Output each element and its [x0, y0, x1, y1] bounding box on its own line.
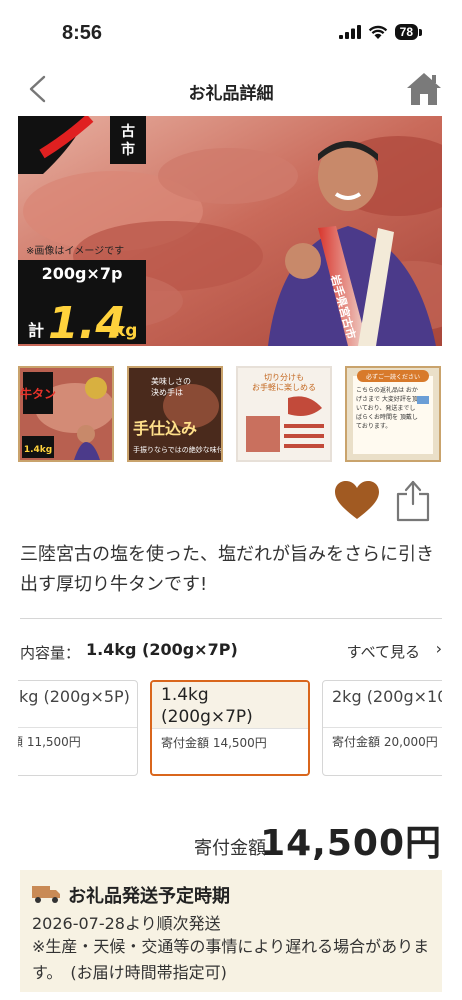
hero-photo: 古 市 ※画像はイメージです 200g×7p 計 1.4 kg 岩手県宮古市: [18, 116, 442, 346]
hero-total-prefix: 計: [28, 321, 44, 340]
option-separator: [152, 728, 308, 729]
see-all-link[interactable]: すべて見る: [347, 641, 420, 662]
hero-image[interactable]: 古 市 ※画像はイメージです 200g×7p 計 1.4 kg 岩手県宮古市: [18, 116, 442, 346]
variant-header: 内容量： 1.4kg (200g×7P) すべて見る ›: [20, 639, 444, 664]
svg-text:市: 市: [121, 141, 135, 158]
shipping-date: 2026-07-28より順次発送: [32, 914, 221, 933]
thumbnail-2[interactable]: 美味しさの 決め手は 手仕込み 手振りならではの絶妙な味付け: [127, 366, 223, 462]
thumbnail-4[interactable]: 必ずご一読ください こちらの返礼品は おかげさまで 大変好評を頂いており、発送ま…: [345, 366, 441, 462]
thumb2-main: 手仕込み: [133, 419, 197, 438]
variant-option-name: 2kg (200g×10: [332, 687, 442, 706]
hero-note: ※画像はイメージです: [26, 245, 124, 257]
thumb2-sub: 手振りならではの絶妙な味付け: [133, 445, 221, 454]
thumbnail-1[interactable]: 牛タン 1.4kg: [18, 366, 114, 462]
shipping-info: お礼品発送予定時期 2026-07-28より順次発送 ※生産・天候・交通等の事情…: [20, 870, 442, 992]
section-divider: [20, 618, 442, 619]
price-amount: 14,500円: [260, 823, 442, 864]
variant-option-name: 1.4kg (200g×7P): [161, 685, 253, 727]
battery-tip: [419, 28, 422, 36]
thumb2-line2: 決め手は: [151, 387, 183, 397]
shipping-note: ※生産・天候・交通等の事情により遅れる場合があります。 (お届け時間帯指定可): [32, 937, 430, 982]
chevron-right-icon[interactable]: ›: [436, 639, 442, 658]
price-label: 寄付金額: [194, 838, 266, 859]
variant-option-1-4kg[interactable]: 1.4kg (200g×7P) 寄付金額 14,500円: [150, 680, 310, 776]
truck-icon: [32, 886, 60, 903]
product-description: 三陸宮古の塩を使った、塩だれが旨みをさらに引き出す厚切り牛タンです!: [20, 544, 434, 595]
thumb3-line1: 切り分けも: [264, 373, 304, 382]
status-bar: 8:56 78: [0, 0, 462, 62]
home-icon[interactable]: [406, 72, 442, 106]
thumb1-sub: 1.4kg: [24, 445, 52, 455]
status-icons: 78: [338, 24, 422, 40]
variant-option-price: 寄付金額 20,000円: [332, 735, 438, 749]
thumbnail-strip: 牛タン 1.4kg 美味しさの 決め手は 手仕込み 手振りならではの絶妙な味付け…: [18, 366, 442, 466]
thumb4-body: こちらの返礼品は おかげさまで 大変好評を頂いており、発送までしばらくお時間を …: [356, 387, 418, 430]
donation-price-row: 寄付金額 14,500円: [18, 814, 442, 864]
favorite-heart-icon[interactable]: [334, 480, 380, 520]
signal-icon: [338, 25, 361, 39]
svg-text:古: 古: [121, 123, 135, 140]
variant-option-2kg[interactable]: 2kg (200g×10 寄付金額 20,000円: [322, 680, 442, 776]
option-separator: [18, 727, 137, 728]
action-row: [0, 476, 462, 526]
option-separator: [323, 727, 442, 728]
thumb3-line2: お手軽に楽しめる: [252, 382, 316, 392]
variant-option-price: 寄付金額 11,500円: [18, 735, 81, 749]
variant-value: 1.4kg (200g×7P): [86, 640, 238, 659]
hero-amount: 200g×7p: [42, 264, 123, 283]
shipping-heading: お礼品発送予定時期: [68, 886, 230, 907]
wifi-icon: [368, 25, 387, 39]
variant-option-price: 寄付金額 14,500円: [161, 736, 267, 750]
thumb4-header: 必ずご一読ください: [366, 373, 420, 381]
hero-total-unit: kg: [114, 321, 137, 341]
thumb2-line1: 美味しさの: [151, 376, 191, 386]
share-icon[interactable]: [394, 476, 432, 522]
variant-options: kg (200g×5P) 寄付金額 11,500円 1.4kg (200g×7P…: [18, 680, 442, 778]
page-title: お礼品詳細: [188, 84, 274, 104]
battery-level: 78: [394, 24, 418, 40]
variant-option-1kg[interactable]: kg (200g×5P) 寄付金額 11,500円: [18, 680, 138, 776]
variant-option-name: kg (200g×5P): [19, 687, 130, 706]
nav-bar: お礼品詳細: [0, 62, 462, 116]
thumbnail-3[interactable]: 切り分けも お手軽に楽しめる: [236, 366, 332, 462]
thumb1-badge: 牛タン: [20, 386, 56, 401]
status-time: 8:56: [62, 22, 103, 44]
variant-label: 内容量：: [20, 644, 81, 662]
